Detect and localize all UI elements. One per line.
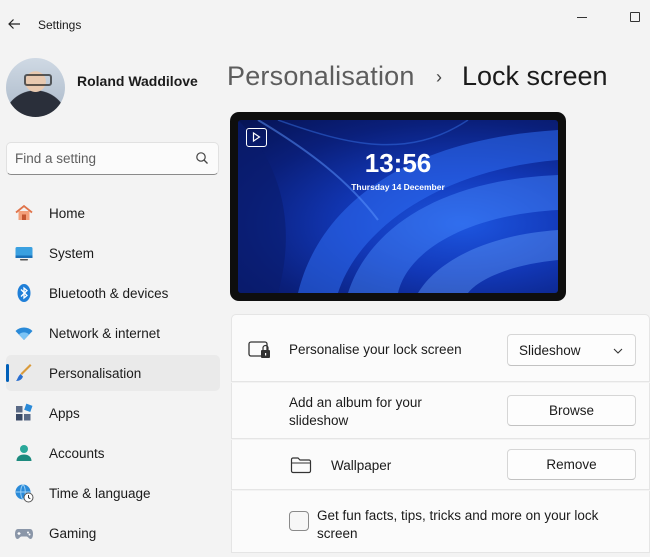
back-arrow-icon <box>8 19 20 29</box>
fun-facts-label-line2: screen <box>317 526 358 541</box>
lock-screen-icon <box>248 341 270 358</box>
dropdown-value: Slideshow <box>519 343 581 358</box>
personalise-label: Personalise your lock screen <box>289 342 462 357</box>
sidebar-item-label: Home <box>49 206 86 221</box>
add-album-label-line1: Add an album for your <box>289 395 422 410</box>
sidebar-item-time-language[interactable]: Time & language <box>6 475 220 511</box>
sidebar-item-gaming[interactable]: Gaming <box>6 515 220 551</box>
page-title: Lock screen <box>462 61 608 91</box>
lock-screen-type-dropdown[interactable]: Slideshow <box>507 334 636 366</box>
lock-screen-time: 13:56 <box>364 148 432 178</box>
sidebar-item-label: Apps <box>49 406 80 421</box>
lock-screen-wallpaper: 13:56 Thursday 14 December <box>238 120 558 293</box>
lock-screen-date: Thursday 14 December <box>351 182 445 192</box>
add-album-label: Add an album for your slideshow <box>289 394 422 430</box>
bloom-wallpaper-art <box>238 120 558 293</box>
search-input[interactable] <box>15 143 185 174</box>
sidebar-item-label: Personalisation <box>49 366 142 381</box>
sidebar-item-label: Bluetooth & devices <box>49 286 169 301</box>
fun-facts-label[interactable]: Get fun facts, tips, tricks and more on … <box>317 507 598 543</box>
minimize-button[interactable] <box>577 17 587 18</box>
sidebar-item-label: System <box>49 246 95 261</box>
system-icon <box>15 247 33 261</box>
remove-button[interactable]: Remove <box>507 449 636 480</box>
sidebar-item-personalisation[interactable]: Personalisation <box>6 355 220 391</box>
title-bar: Settings <box>0 0 650 50</box>
maximize-button[interactable] <box>630 12 640 22</box>
sidebar-item-label: Network & internet <box>49 326 161 341</box>
personalise-lock-screen-row: Personalise your lock screen Slideshow <box>231 314 650 382</box>
sidebar-item-apps[interactable]: Apps <box>6 395 220 431</box>
sidebar-item-home[interactable]: Home <box>6 195 220 231</box>
add-album-label-line2: slideshow <box>289 413 349 428</box>
sidebar-item-label: Accounts <box>49 446 105 461</box>
slideshow-icon <box>246 128 267 147</box>
sidebar-nav: Home System Bluetooth & devices Network … <box>6 195 220 555</box>
search-box[interactable] <box>6 142 219 175</box>
chevron-down-icon <box>613 348 623 354</box>
home-icon <box>15 204 33 220</box>
folder-name: Wallpaper <box>331 458 392 473</box>
wallpaper-folder-row: Wallpaper Remove <box>231 440 650 490</box>
browse-button[interactable]: Browse <box>507 395 636 426</box>
folder-icon <box>290 457 312 474</box>
sidebar-item-label: Gaming <box>49 526 97 541</box>
bluetooth-icon <box>17 284 31 302</box>
globe-clock-icon <box>15 484 34 503</box>
brush-icon <box>16 364 32 381</box>
sidebar-item-accounts[interactable]: Accounts <box>6 435 220 471</box>
wifi-icon <box>15 327 33 340</box>
sidebar-item-bluetooth[interactable]: Bluetooth & devices <box>6 275 220 311</box>
add-album-row: Add an album for your slideshow Browse <box>231 383 650 439</box>
sidebar-item-system[interactable]: System <box>6 235 220 271</box>
breadcrumb-parent[interactable]: Personalisation <box>227 61 415 92</box>
sidebar-item-label: Time & language <box>49 486 151 501</box>
fun-facts-label-line1: Get fun facts, tips, tricks and more on … <box>317 508 599 523</box>
person-icon <box>16 445 32 461</box>
gamepad-icon <box>15 529 33 539</box>
avatar[interactable] <box>6 58 65 117</box>
fun-facts-checkbox[interactable] <box>289 511 309 531</box>
sidebar-item-network[interactable]: Network & internet <box>6 315 220 351</box>
apps-icon <box>16 403 33 421</box>
user-name: Roland Waddilove <box>77 73 198 89</box>
app-title: Settings <box>38 18 82 32</box>
back-button[interactable] <box>4 12 24 36</box>
search-icon[interactable] <box>195 151 209 165</box>
breadcrumb-separator: › <box>436 67 442 87</box>
fun-facts-row: Get fun facts, tips, tricks and more on … <box>231 491 650 553</box>
lock-screen-preview: 13:56 Thursday 14 December <box>230 112 566 301</box>
